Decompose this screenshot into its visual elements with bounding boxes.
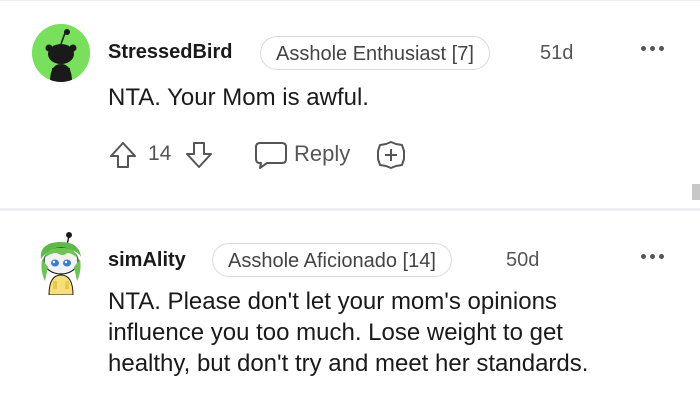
reply-button[interactable]: Reply: [294, 141, 350, 167]
comment-age: 51d: [540, 42, 574, 64]
comment-body: NTA. Please don't let your mom's opinion…: [108, 288, 589, 377]
character-avatar-icon: [40, 232, 81, 295]
comment-actions: 14 Reply: [108, 136, 438, 172]
upvote-arrow-icon[interactable]: [108, 140, 138, 170]
vote-score: 14: [148, 142, 172, 165]
username[interactable]: simAlity: [108, 249, 186, 272]
user-flair: Asshole Enthusiast [7]: [260, 36, 490, 70]
avatar[interactable]: [32, 24, 90, 82]
comment-stressedbird: StressedBird Asshole Enthusiast [7] 51d …: [0, 0, 700, 208]
comment-age: 50d: [506, 249, 540, 271]
scrollbar-thumb[interactable]: [692, 184, 700, 200]
snoo-avatar-icon: [32, 24, 90, 82]
avatar[interactable]: [37, 231, 85, 295]
more-options-icon[interactable]: [640, 252, 666, 262]
user-flair: Asshole Aficionado [14]: [212, 243, 452, 277]
speech-bubble-icon[interactable]: [254, 140, 288, 170]
plus-badge-icon[interactable]: [376, 140, 406, 170]
comment-body: NTA. Your Mom is awful.: [108, 84, 369, 111]
downvote-arrow-icon[interactable]: [184, 140, 214, 170]
comment-simality: simAlity Asshole Aficionado [14] 50d NTA…: [0, 211, 700, 406]
more-options-icon[interactable]: [640, 44, 666, 54]
username[interactable]: StressedBird: [108, 41, 233, 64]
